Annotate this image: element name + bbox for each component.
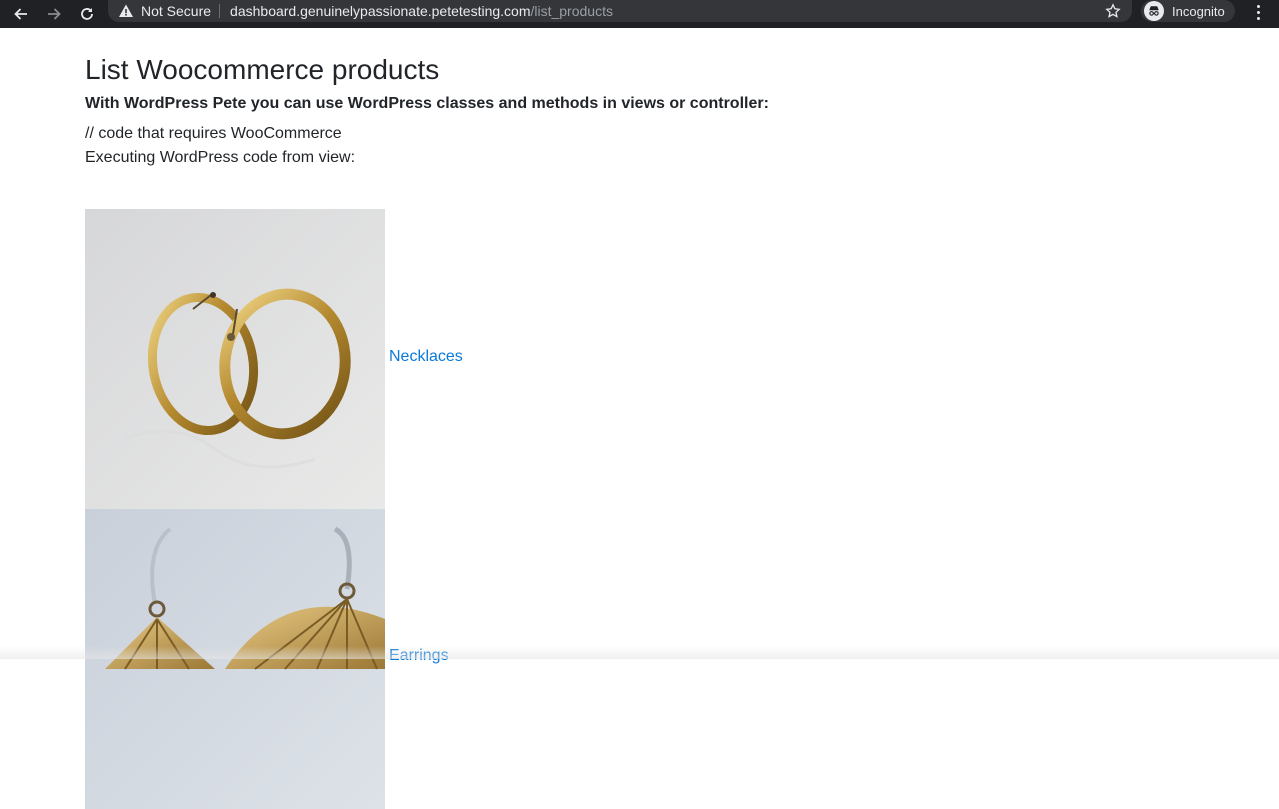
category-link-necklaces[interactable]: Necklaces	[389, 348, 463, 366]
product-item: Necklaces	[85, 209, 485, 509]
arrow-right-icon	[48, 8, 61, 20]
address-bar[interactable]: Not Secure dashboard.genuinelypassionate…	[108, 0, 1132, 22]
browser-toolbar: Not Secure dashboard.genuinelypassionate…	[0, 0, 1279, 28]
forward-button[interactable]	[42, 2, 66, 26]
url-host: dashboard.genuinelypassionate.petetestin…	[230, 3, 531, 19]
incognito-label: Incognito	[1172, 3, 1225, 19]
executing-note: Executing WordPress code from view:	[85, 149, 356, 166]
product-image-fan-earrings[interactable]	[85, 509, 385, 809]
page-subtitle: With WordPress Pete you can use WordPres…	[85, 95, 769, 112]
back-button[interactable]	[9, 2, 33, 26]
omnibox-divider	[219, 4, 221, 18]
reload-icon	[81, 8, 93, 20]
browser-menu-icon[interactable]	[1250, 3, 1266, 21]
security-label[interactable]: Not Secure	[141, 3, 211, 19]
url-path: /list_products	[530, 3, 613, 19]
bookmark-star-icon[interactable]	[1104, 2, 1122, 20]
warning-icon	[118, 3, 134, 19]
viewport-bottom-edge	[0, 646, 1279, 659]
product-image-hoop-earrings[interactable]	[85, 209, 385, 509]
arrow-left-icon	[14, 8, 27, 20]
page-title: List Woocommerce products	[85, 54, 440, 85]
reload-button[interactable]	[75, 2, 99, 26]
incognito-badge[interactable]: Incognito	[1141, 0, 1235, 22]
product-item: Earrings	[85, 509, 485, 809]
incognito-icon	[1144, 1, 1164, 21]
code-comment: // code that requires WooCommerce	[85, 125, 342, 142]
